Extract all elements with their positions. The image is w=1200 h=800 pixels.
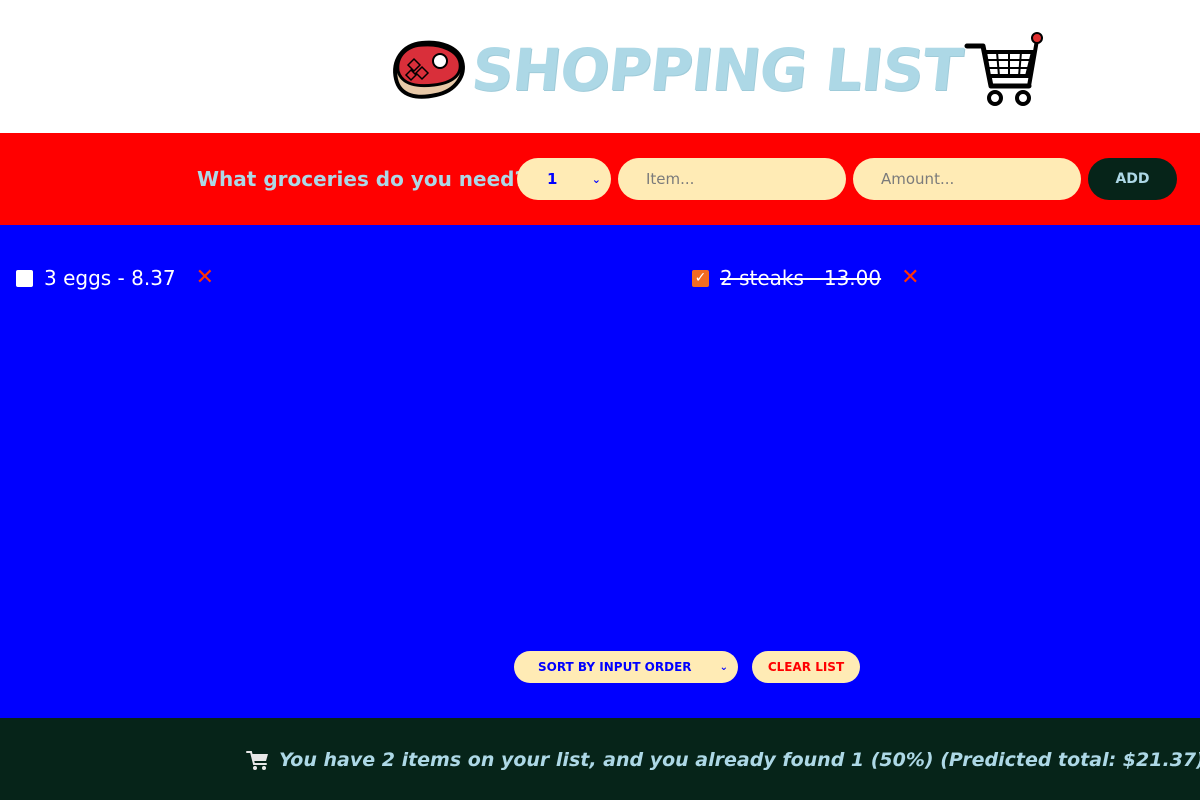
item-label: 2 steaks - 13.00 — [720, 266, 882, 290]
sort-value: SORT BY INPUT ORDER — [538, 660, 692, 674]
logo: SHOPPING LIST — [388, 30, 1045, 110]
app-title: SHOPPING LIST — [468, 36, 966, 104]
quantity-value: 1 — [547, 170, 558, 188]
item-checkbox[interactable]: ✓ — [692, 269, 709, 287]
amount-input[interactable] — [853, 158, 1081, 200]
header: SHOPPING LIST — [0, 0, 1200, 133]
list-item: ✓ 2 steaks - 13.00 ✕ — [692, 266, 920, 290]
add-button[interactable]: ADD — [1088, 158, 1177, 200]
add-item-form: What groceries do you need? 1 ⌄ ADD — [0, 133, 1200, 225]
sort-select[interactable]: SORT BY INPUT ORDER ⌄ — [514, 651, 738, 683]
item-label: 3 eggs - 8.37 — [44, 266, 176, 290]
footer-summary: You have 2 items on your list, and you a… — [246, 749, 1200, 771]
steak-icon — [393, 40, 465, 99]
clear-list-button[interactable]: CLEAR LIST — [752, 651, 860, 683]
shopping-cart-icon — [246, 751, 268, 770]
item-input[interactable] — [618, 158, 846, 200]
footer: You have 2 items on your list, and you a… — [0, 718, 1200, 800]
chevron-down-icon: ⌄ — [591, 172, 601, 186]
shopping-cart-icon — [964, 32, 1044, 106]
chevron-down-icon: ⌄ — [719, 661, 728, 673]
delete-icon[interactable]: ✕ — [901, 267, 919, 289]
form-question: What groceries do you need? — [197, 167, 527, 191]
footer-text: You have 2 items on your list, and you a… — [279, 749, 1200, 771]
list-item: 3 eggs - 8.37 ✕ — [16, 266, 214, 290]
item-list: 3 eggs - 8.37 ✕ ✓ 2 steaks - 13.00 ✕ SOR… — [0, 225, 1200, 718]
item-checkbox[interactable] — [16, 269, 33, 287]
delete-icon[interactable]: ✕ — [196, 267, 214, 289]
quantity-select[interactable]: 1 ⌄ — [517, 158, 611, 200]
